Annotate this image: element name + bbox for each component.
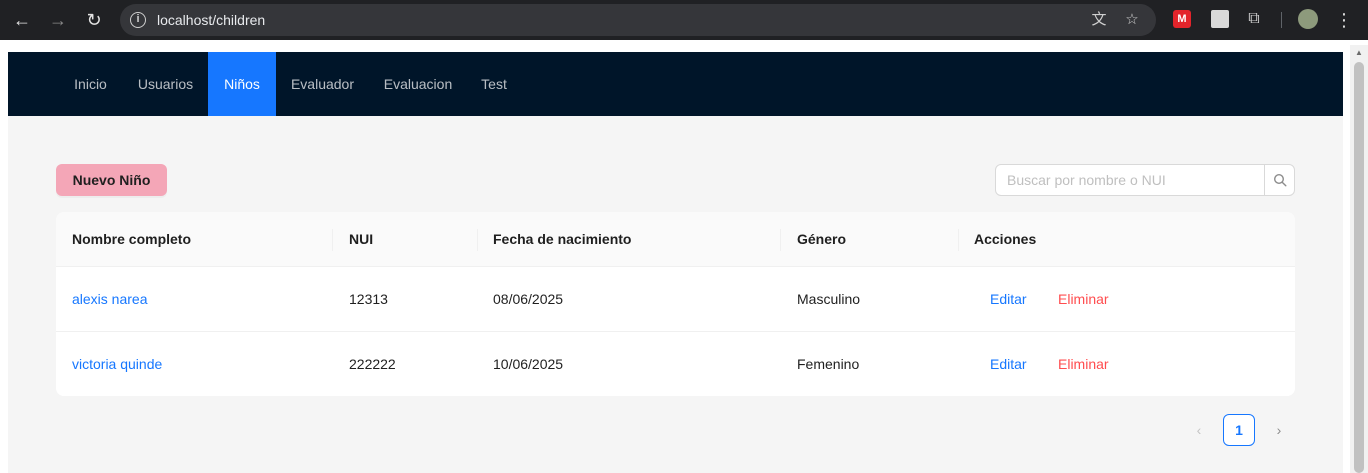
extension-doc-icon[interactable] (1211, 10, 1229, 28)
pagination-next-icon[interactable]: › (1267, 414, 1291, 446)
nav-item-test[interactable]: Test (467, 52, 521, 116)
toolbar-divider (1281, 12, 1282, 28)
top-navigation: Inicio Usuarios Niños Evaluador Evaluaci… (8, 52, 1343, 116)
nav-item-inicio[interactable]: Inicio (58, 52, 123, 116)
back-icon[interactable]: ← (10, 8, 34, 32)
bookmark-star-icon[interactable]: ☆ (1122, 10, 1142, 30)
child-gender: Femenino (797, 356, 860, 372)
child-name-link[interactable]: victoria quinde (72, 332, 162, 396)
delete-button[interactable]: Eliminar (1058, 332, 1109, 396)
column-divider (780, 229, 781, 251)
child-name-link[interactable]: alexis narea (72, 267, 148, 331)
child-nui: 12313 (349, 291, 388, 307)
column-header-actions: Acciones (974, 231, 1037, 247)
child-birthdate: 08/06/2025 (493, 291, 564, 307)
address-bar[interactable]: i localhost/children 文 ☆ (120, 4, 1156, 36)
column-header-name: Nombre completo (72, 231, 192, 247)
nav-item-usuarios[interactable]: Usuarios (123, 52, 208, 116)
delete-button[interactable]: Eliminar (1058, 267, 1109, 331)
app-root: Inicio Usuarios Niños Evaluador Evaluaci… (8, 52, 1343, 473)
search-button[interactable] (1264, 165, 1294, 195)
reload-icon[interactable]: ↻ (82, 8, 106, 32)
children-table: Nombre completo NUI Fecha de nacimiento … (56, 212, 1295, 396)
column-divider (958, 229, 959, 251)
scrollbar-thumb[interactable] (1354, 62, 1364, 473)
browser-toolbar: ← → ↻ i localhost/children 文 ☆ M ⧉ ⋮ (0, 0, 1368, 40)
table-header: Nombre completo NUI Fecha de nacimiento … (56, 212, 1295, 267)
search-input[interactable] (996, 165, 1264, 195)
search-icon (1273, 173, 1287, 187)
site-info-icon[interactable]: i (130, 12, 146, 28)
pagination-page-current[interactable]: 1 (1223, 414, 1255, 446)
column-header-birthdate: Fecha de nacimiento (493, 231, 632, 247)
table-row: alexis narea 12313 08/06/2025 Masculino … (56, 267, 1295, 332)
nav-item-ninos[interactable]: Niños (208, 52, 276, 116)
column-divider (332, 229, 333, 251)
edit-button[interactable]: Editar (990, 267, 1027, 331)
forward-icon[interactable]: → (46, 8, 70, 32)
column-divider (477, 229, 478, 251)
search-box (995, 164, 1295, 196)
profile-avatar[interactable] (1298, 9, 1318, 29)
child-birthdate: 10/06/2025 (493, 356, 564, 372)
extensions-puzzle-icon[interactable]: ⧉ (1245, 10, 1263, 28)
table-row: victoria quinde 222222 10/06/2025 Femeni… (56, 332, 1295, 396)
nav-item-evaluacion[interactable]: Evaluacion (369, 52, 467, 116)
browser-menu-icon[interactable]: ⋮ (1334, 8, 1354, 32)
extension-red-icon[interactable]: M (1173, 10, 1191, 28)
address-url[interactable]: localhost/children (157, 11, 265, 29)
pagination-prev-icon[interactable]: ‹ (1187, 414, 1211, 446)
scroll-up-arrow-icon[interactable]: ▲ (1353, 48, 1365, 58)
child-gender: Masculino (797, 291, 861, 307)
translate-icon[interactable]: 文 (1089, 10, 1109, 30)
column-header-gender: Género (797, 231, 847, 247)
edit-button[interactable]: Editar (990, 332, 1027, 396)
child-nui: 222222 (349, 356, 396, 372)
new-child-button[interactable]: Nuevo Niño (56, 164, 167, 196)
column-header-nui: NUI (349, 231, 374, 247)
nav-item-evaluador[interactable]: Evaluador (276, 52, 369, 116)
